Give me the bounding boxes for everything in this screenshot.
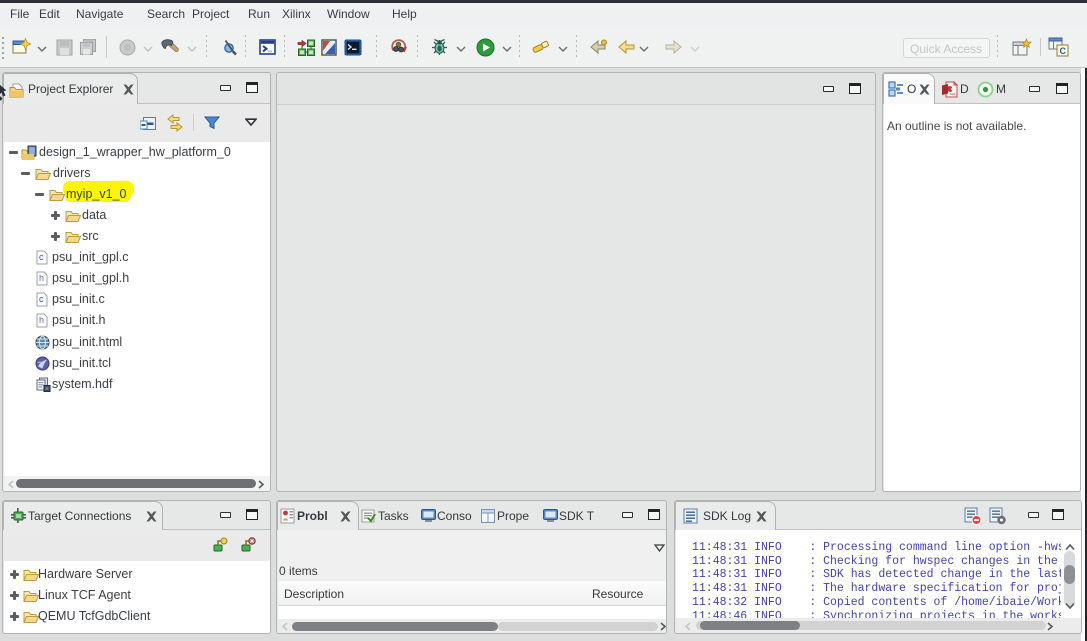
svg-text:h: h <box>39 315 44 325</box>
svg-text:C: C <box>1060 46 1067 56</box>
svg-text:c: c <box>39 252 44 262</box>
svg-text:h: h <box>39 273 44 283</box>
svg-text:c: c <box>39 294 44 304</box>
